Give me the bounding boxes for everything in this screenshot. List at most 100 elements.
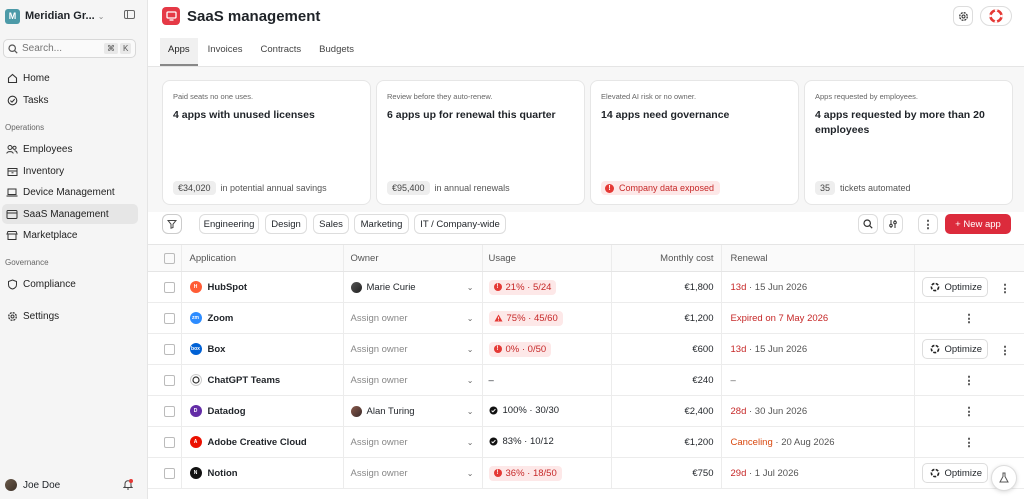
chevron-down-icon[interactable]: ⌄ <box>467 407 474 416</box>
row-checkbox[interactable] <box>164 467 175 479</box>
chevron-down-icon[interactable]: ⌄ <box>467 283 474 292</box>
row-checkbox[interactable] <box>164 343 175 355</box>
sidebar-item-saas-management[interactable]: SaaS Management <box>2 204 138 224</box>
filter-chip-sales[interactable]: Sales <box>313 214 349 234</box>
filter-button[interactable] <box>162 214 182 234</box>
row-select-cell[interactable] <box>148 271 181 303</box>
tab-budgets[interactable]: Budgets <box>319 38 354 66</box>
more-options-button[interactable]: ⋮ <box>918 214 938 234</box>
column-header-renewal[interactable]: Renewal <box>720 244 914 272</box>
tab-contracts[interactable]: Contracts <box>261 38 302 66</box>
owner-cell[interactable]: Assign owner ⌄ <box>342 426 482 458</box>
application-cell[interactable]: zm Zoom <box>180 302 343 334</box>
column-header-owner[interactable]: Owner <box>342 244 482 272</box>
row-menu-icon[interactable]: ⋮ <box>964 375 975 387</box>
row-checkbox[interactable] <box>164 374 175 386</box>
usage-badge: ! 0% · 0/50 <box>488 341 552 357</box>
insight-card-requests[interactable]: Apps requested by employees. 4 apps requ… <box>804 80 1013 205</box>
new-app-button[interactable]: + New app <box>945 214 1011 234</box>
table-search-button[interactable] <box>858 214 878 234</box>
tab-invoices[interactable]: Invoices <box>208 38 243 66</box>
notification-bell-icon[interactable] <box>122 479 134 493</box>
row-menu-icon[interactable]: ⋮ <box>1000 283 1011 295</box>
optimize-button[interactable]: Optimize <box>921 463 988 483</box>
owner-cell[interactable]: Marie Curie ⌄ <box>342 271 482 303</box>
table-row[interactable]: A Adobe Creative Cloud Assign owner ⌄ 83% · … <box>148 426 1024 458</box>
table-row[interactable]: H HubSpot Marie Curie ⌄! 21% · 5/24 €1,800 13d… <box>148 271 1024 303</box>
owner-cell[interactable]: Assign owner ⌄ <box>342 457 482 489</box>
row-checkbox[interactable] <box>164 405 175 417</box>
application-cell[interactable]: D Datadog <box>180 395 343 427</box>
sidebar-item-home[interactable]: Home <box>2 68 138 88</box>
usage-text: 83% · 10/12 <box>502 435 554 447</box>
owner-cell[interactable]: Alan Turing ⌄ <box>342 395 482 427</box>
user-menu[interactable]: Joe Doe <box>5 477 135 493</box>
chevron-down-icon[interactable]: ⌄ <box>467 469 474 478</box>
chevron-down-icon[interactable]: ⌄ <box>467 314 474 323</box>
search-input[interactable] <box>22 43 102 54</box>
optimize-button[interactable]: Optimize <box>921 339 988 359</box>
help-toggle-button[interactable] <box>980 6 1012 26</box>
owner-cell[interactable]: Assign owner ⌄ <box>342 364 482 396</box>
row-select-cell[interactable] <box>148 426 181 458</box>
row-menu-icon[interactable]: ⋮ <box>1000 345 1011 357</box>
sidebar-item-tasks[interactable]: Tasks <box>2 90 138 110</box>
chevron-down-icon[interactable]: ⌄ <box>467 376 474 385</box>
row-select-cell[interactable] <box>148 364 181 396</box>
sidebar-item-device-management[interactable]: Device Management <box>2 182 138 202</box>
application-cell[interactable]: H HubSpot <box>180 271 343 303</box>
select-all-cell[interactable] <box>148 244 181 272</box>
sidebar-item-marketplace[interactable]: Marketplace <box>2 225 138 245</box>
filter-chip-design[interactable]: Design <box>265 214 307 234</box>
row-select-cell[interactable] <box>148 395 181 427</box>
insight-card-unused-licenses[interactable]: Paid seats no one uses. 4 apps with unus… <box>162 80 371 205</box>
application-cell[interactable]: ChatGPT Teams <box>180 364 343 396</box>
workspace-switcher[interactable]: M Meridian Gr... ⌄ <box>5 7 135 25</box>
row-checkbox[interactable] <box>164 312 175 324</box>
settings-button[interactable] <box>953 6 973 26</box>
sidebar-item-compliance[interactable]: Compliance <box>2 274 138 294</box>
app-logo-icon: zm <box>189 312 202 324</box>
row-menu-icon[interactable]: ⋮ <box>964 313 975 325</box>
column-header-monthly-cost[interactable]: Monthly cost <box>610 244 721 272</box>
row-select-cell[interactable] <box>148 457 181 489</box>
chevron-down-icon[interactable]: ⌄ <box>467 345 474 354</box>
application-cell[interactable]: N Notion <box>180 457 343 489</box>
row-menu-icon[interactable]: ⋮ <box>964 437 975 449</box>
optimize-button[interactable]: Optimize <box>921 277 988 297</box>
insight-card-renewals[interactable]: Review before they auto-renew. 6 apps up… <box>376 80 585 205</box>
row-checkbox[interactable] <box>164 436 175 448</box>
table-row[interactable]: N Notion Assign owner ⌄! 36% · 18/50 €750 29d … <box>148 457 1024 489</box>
insight-card-governance[interactable]: Elevated AI risk or no owner. 14 apps ne… <box>590 80 799 205</box>
column-header-usage[interactable]: Usage <box>481 244 611 272</box>
filter-chip-it-company-wide[interactable]: IT / Company-wide <box>414 214 506 234</box>
table-row[interactable]: box Box Assign owner ⌄! 0% · 0/50 €600 13d · 1… <box>148 333 1024 365</box>
app-name: Adobe Creative Cloud <box>207 436 307 448</box>
application-cell[interactable]: A Adobe Creative Cloud <box>180 426 343 458</box>
select-all-checkbox[interactable] <box>164 252 175 264</box>
column-header-application[interactable]: Application <box>180 244 343 272</box>
row-select-cell[interactable] <box>148 302 181 334</box>
table-row[interactable]: D Datadog Alan Turing ⌄ 100% · 30/30 €2,400 28… <box>148 395 1024 427</box>
sidebar-item-settings[interactable]: Settings <box>2 306 138 326</box>
owner-cell[interactable]: Assign owner ⌄ <box>342 333 482 365</box>
column-settings-button[interactable] <box>883 214 903 234</box>
table-row[interactable]: zm Zoom Assign owner ⌄ 75% · 45/60 €1,200 Expi… <box>148 302 1024 334</box>
owner-cell[interactable]: Assign owner ⌄ <box>342 302 482 334</box>
application-cell[interactable]: box Box <box>180 333 343 365</box>
renewal-status: – <box>730 374 736 386</box>
sidebar-item-employees[interactable]: Employees <box>2 139 138 159</box>
tab-apps[interactable]: Apps <box>160 38 198 66</box>
app-logo-icon: N <box>189 467 202 479</box>
sidebar-item-inventory[interactable]: Inventory <box>2 161 138 181</box>
help-chat-button[interactable] <box>991 465 1017 491</box>
row-select-cell[interactable] <box>148 333 181 365</box>
search-box[interactable]: ⌘ K <box>3 39 136 58</box>
row-checkbox[interactable] <box>164 281 175 293</box>
chevron-down-icon[interactable]: ⌄ <box>467 438 474 447</box>
filter-chip-engineering[interactable]: Engineering <box>199 214 259 234</box>
sidebar-toggle-icon[interactable] <box>124 10 135 19</box>
table-row[interactable]: ChatGPT Teams Assign owner ⌄ – €240– ⋮ <box>148 364 1024 396</box>
filter-chip-marketing[interactable]: Marketing <box>354 214 409 234</box>
row-menu-icon[interactable]: ⋮ <box>964 406 975 418</box>
